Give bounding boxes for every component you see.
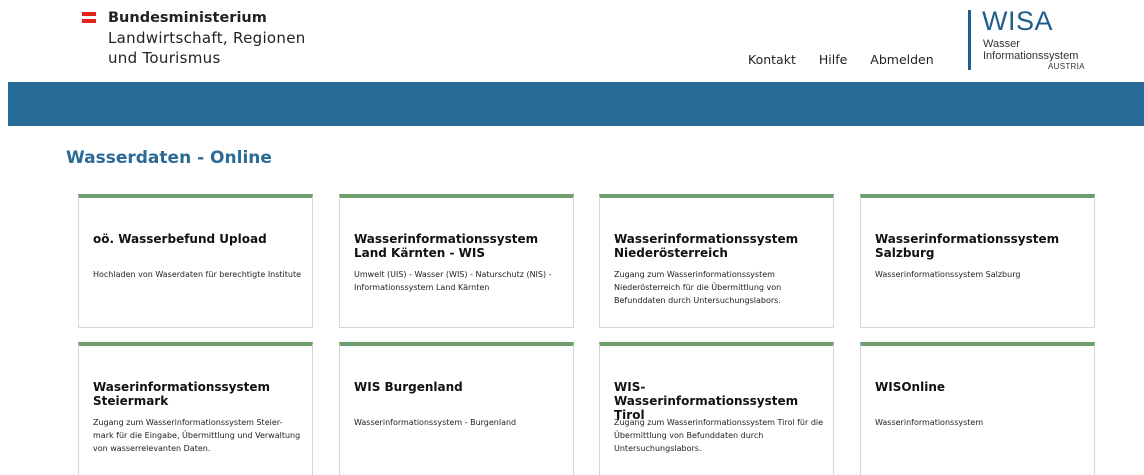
card-ooe-wasserbefund-upload[interactable]: oö. Wasserbefund Upload Hochladen von Wa… bbox=[78, 194, 313, 328]
card-description: Zugang zum Wasserinformationssystem Stei… bbox=[93, 418, 301, 453]
wisa-logo-line3: AUSTRIA bbox=[1048, 62, 1085, 71]
header-band bbox=[8, 82, 1144, 126]
card-wis-salzburg[interactable]: Wasserinformationssystem Salzburg Wasser… bbox=[860, 194, 1095, 328]
card-wis-niederoesterreich[interactable]: Wasserinformationssystem Niederösterreic… bbox=[599, 194, 834, 328]
nav-link-hilfe[interactable]: Hilfe bbox=[819, 52, 847, 67]
card-description: Wasserinformationssystem Salzburg bbox=[875, 270, 1021, 279]
card-description: Wasserinformationssystem bbox=[875, 418, 984, 427]
card-title: oö. Wasserbefund Upload bbox=[93, 232, 267, 246]
card-wis-burgenland[interactable]: WIS Burgenland Wasserinformationssystem … bbox=[339, 342, 574, 475]
card-description: Wasserinformationssystem - Burgenland bbox=[354, 418, 517, 427]
card-title: Wasserinformationssystem Salzburg bbox=[875, 232, 1060, 260]
card-wis-kaernten[interactable]: Wasserinformationssystem Land Kärnten - … bbox=[339, 194, 574, 328]
card-description: Hochladen von Waserdaten für berechtigte… bbox=[93, 270, 302, 279]
page-title: Wasserdaten - Online bbox=[66, 148, 272, 168]
card-description: Zugang zum Wasserinformationssystem Tiro… bbox=[614, 418, 824, 453]
card-wis-tirol[interactable]: WIS-Wasserinformationssystem Tirol Zugan… bbox=[599, 342, 834, 475]
wisa-logo-line2: Informationssystem bbox=[983, 50, 1079, 62]
card-wisonline[interactable]: WISOnline Wasserinformationssystem bbox=[860, 342, 1095, 475]
wisa-logo-line1: Wasser bbox=[983, 38, 1020, 50]
card-title: Waserinformationssystem Steiermark bbox=[93, 380, 271, 408]
ministry-name-line1: Bundesministerium bbox=[108, 10, 267, 26]
site-header: Bundesministerium Landwirtschaft, Region… bbox=[0, 0, 1144, 82]
card-description: Umwelt (UIS) - Wasser (WIS) - Naturschut… bbox=[354, 270, 552, 292]
card-title: WIS Burgenland bbox=[354, 380, 463, 394]
austria-flag-icon bbox=[82, 12, 96, 23]
card-title: Wasserinformationssystem Land Kärnten - … bbox=[354, 232, 539, 260]
wisa-logo-bar bbox=[968, 10, 971, 70]
top-nav: Kontakt Hilfe Abmelden bbox=[748, 52, 934, 67]
ministry-logo[interactable]: Bundesministerium Landwirtschaft, Region… bbox=[82, 8, 306, 68]
wisa-logo-title: WISA bbox=[982, 6, 1054, 36]
ministry-name: Bundesministerium Landwirtschaft, Region… bbox=[108, 8, 306, 68]
card-title: WISOnline bbox=[875, 380, 945, 394]
ministry-name-line2: Landwirtschaft, Regionen bbox=[108, 29, 306, 47]
card-description: Zugang zum Wasserinformationssystem Nied… bbox=[614, 270, 782, 305]
nav-link-abmelden[interactable]: Abmelden bbox=[870, 52, 933, 67]
card-title: Wasserinformationssystem Niederösterreic… bbox=[614, 232, 799, 260]
nav-link-kontakt[interactable]: Kontakt bbox=[748, 52, 796, 67]
card-wis-steiermark[interactable]: Waserinformationssystem Steiermark Zugan… bbox=[78, 342, 313, 475]
ministry-name-line3: und Tourismus bbox=[108, 49, 221, 67]
